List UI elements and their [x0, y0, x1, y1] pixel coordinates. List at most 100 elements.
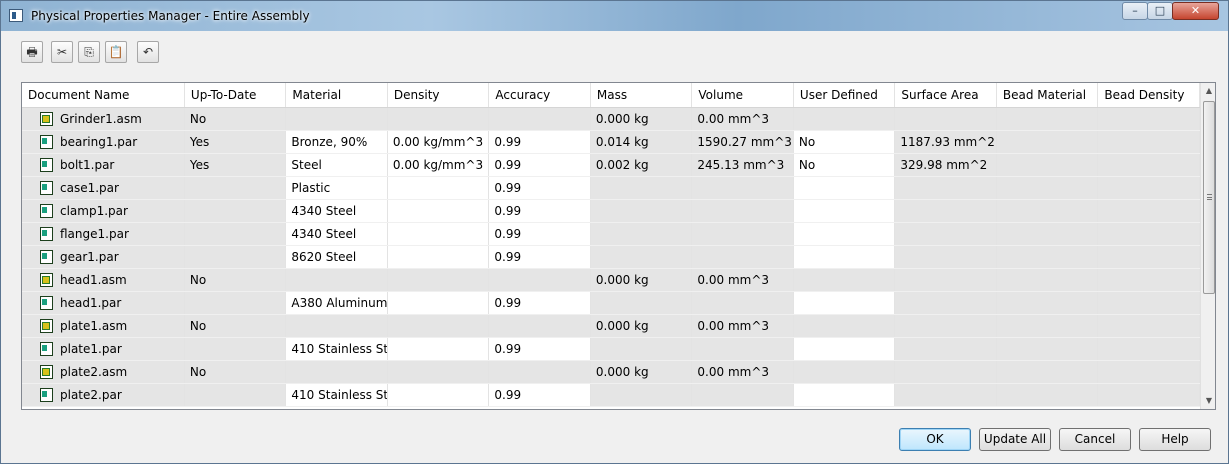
scroll-up-icon[interactable]: ▲	[1201, 83, 1215, 99]
document-name-cell[interactable]: Grinder1.asm	[22, 107, 185, 131]
vertical-scrollbar[interactable]: ▲ ▼	[1200, 83, 1215, 409]
table-cell[interactable]	[285, 314, 388, 338]
table-row[interactable]: plate2.asm No 0.000 kg 0.00 mm^3	[22, 360, 1200, 384]
table-cell[interactable]: 0.99	[488, 245, 591, 269]
document-name-cell[interactable]: case1.par	[22, 176, 185, 200]
table-cell[interactable]	[894, 245, 997, 269]
table-cell[interactable]: 410 Stainless St...	[285, 337, 388, 361]
table-cell[interactable]	[387, 107, 490, 131]
table-cell[interactable]	[691, 176, 794, 200]
paste-button[interactable]: 📋	[105, 41, 127, 63]
table-cell[interactable]	[996, 337, 1099, 361]
print-button[interactable]: 🖶	[21, 41, 43, 63]
table-cell[interactable]	[793, 222, 896, 246]
table-cell[interactable]	[184, 337, 287, 361]
document-name-cell[interactable]: head1.asm	[22, 268, 185, 292]
document-name-cell[interactable]: gear1.par	[22, 245, 185, 269]
table-cell[interactable]	[387, 268, 490, 292]
table-cell[interactable]	[590, 291, 693, 315]
table-cell[interactable]: 0.000 kg	[590, 107, 693, 131]
table-row[interactable]: gear1.par 8620 Steel 0.99	[22, 245, 1200, 269]
ok-button[interactable]: OK	[899, 428, 971, 451]
table-row[interactable]: plate1.asm No 0.000 kg 0.00 mm^3	[22, 314, 1200, 338]
table-cell[interactable]	[1097, 222, 1200, 246]
table-cell[interactable]	[996, 153, 1099, 177]
minimize-button[interactable]: –	[1122, 2, 1148, 20]
table-cell[interactable]	[1097, 337, 1200, 361]
table-row[interactable]: plate1.par 410 Stainless St... 0.99	[22, 337, 1200, 361]
table-cell[interactable]	[793, 314, 896, 338]
table-cell[interactable]: Steel	[285, 153, 388, 177]
column-header[interactable]: Bead Density	[1097, 83, 1200, 108]
table-row[interactable]: bolt1.par Yes Steel 0.00 kg/mm^3 0.99 0.002 k…	[22, 153, 1200, 177]
table-cell[interactable]	[996, 176, 1099, 200]
table-cell[interactable]	[184, 176, 287, 200]
table-row[interactable]: flange1.par 4340 Steel 0.99	[22, 222, 1200, 246]
table-cell[interactable]	[894, 383, 997, 407]
table-cell[interactable]	[894, 314, 997, 338]
table-cell[interactable]	[996, 222, 1099, 246]
table-cell[interactable]: 0.99	[488, 130, 591, 154]
table-cell[interactable]	[285, 268, 388, 292]
table-cell[interactable]	[488, 360, 591, 384]
table-cell[interactable]: 0.99	[488, 199, 591, 223]
column-header[interactable]: Accuracy	[488, 83, 591, 108]
table-cell[interactable]	[996, 130, 1099, 154]
table-cell[interactable]: 329.98 mm^2	[894, 153, 997, 177]
scroll-down-icon[interactable]: ▼	[1201, 393, 1215, 409]
table-cell[interactable]	[793, 291, 896, 315]
table-cell[interactable]: 0.000 kg	[590, 268, 693, 292]
column-header[interactable]: Up-To-Date	[184, 83, 287, 108]
table-cell[interactable]	[184, 383, 287, 407]
table-cell[interactable]	[691, 383, 794, 407]
table-cell[interactable]	[793, 360, 896, 384]
table-cell[interactable]	[387, 176, 490, 200]
table-cell[interactable]	[387, 291, 490, 315]
table-cell[interactable]: 0.000 kg	[590, 314, 693, 338]
table-row[interactable]: clamp1.par 4340 Steel 0.99	[22, 199, 1200, 223]
table-cell[interactable]: Bronze, 90%	[285, 130, 388, 154]
table-cell[interactable]: 245.13 mm^3	[691, 153, 794, 177]
table-cell[interactable]	[691, 337, 794, 361]
table-cell[interactable]	[590, 245, 693, 269]
maximize-button[interactable]: □	[1147, 2, 1173, 20]
cut-button[interactable]: ✂	[51, 41, 73, 63]
title-bar[interactable]: Physical Properties Manager - Entire Ass…	[1, 1, 1228, 31]
table-cell[interactable]	[996, 291, 1099, 315]
table-cell[interactable]	[285, 107, 388, 131]
table-cell[interactable]	[387, 360, 490, 384]
table-cell[interactable]	[387, 222, 490, 246]
cancel-button[interactable]: Cancel	[1059, 428, 1131, 451]
table-cell[interactable]	[1097, 268, 1200, 292]
table-cell[interactable]	[996, 360, 1099, 384]
table-cell[interactable]	[1097, 130, 1200, 154]
table-cell[interactable]	[793, 383, 896, 407]
table-cell[interactable]	[387, 383, 490, 407]
table-cell[interactable]	[1097, 153, 1200, 177]
table-cell[interactable]	[996, 199, 1099, 223]
table-cell[interactable]: No	[184, 314, 287, 338]
table-cell[interactable]	[996, 314, 1099, 338]
table-cell[interactable]: No	[793, 153, 896, 177]
table-cell[interactable]	[1097, 291, 1200, 315]
document-name-cell[interactable]: clamp1.par	[22, 199, 185, 223]
table-cell[interactable]	[590, 337, 693, 361]
table-cell[interactable]	[793, 337, 896, 361]
table-cell[interactable]: 0.99	[488, 337, 591, 361]
document-name-cell[interactable]: plate1.asm	[22, 314, 185, 338]
table-cell[interactable]	[387, 337, 490, 361]
table-cell[interactable]	[894, 222, 997, 246]
column-header[interactable]: Density	[387, 83, 490, 108]
table-cell[interactable]	[387, 245, 490, 269]
table-cell[interactable]: 0.00 mm^3	[691, 268, 794, 292]
table-cell[interactable]: 0.00 mm^3	[691, 360, 794, 384]
scroll-thumb[interactable]	[1203, 101, 1215, 294]
table-cell[interactable]	[894, 176, 997, 200]
table-cell[interactable]	[590, 199, 693, 223]
column-header[interactable]: User Defined	[793, 83, 896, 108]
table-cell[interactable]	[488, 314, 591, 338]
table-cell[interactable]: 0.99	[488, 291, 591, 315]
table-cell[interactable]: 1590.27 mm^3	[691, 130, 794, 154]
table-cell[interactable]: 0.00 mm^3	[691, 314, 794, 338]
table-cell[interactable]: No	[793, 130, 896, 154]
